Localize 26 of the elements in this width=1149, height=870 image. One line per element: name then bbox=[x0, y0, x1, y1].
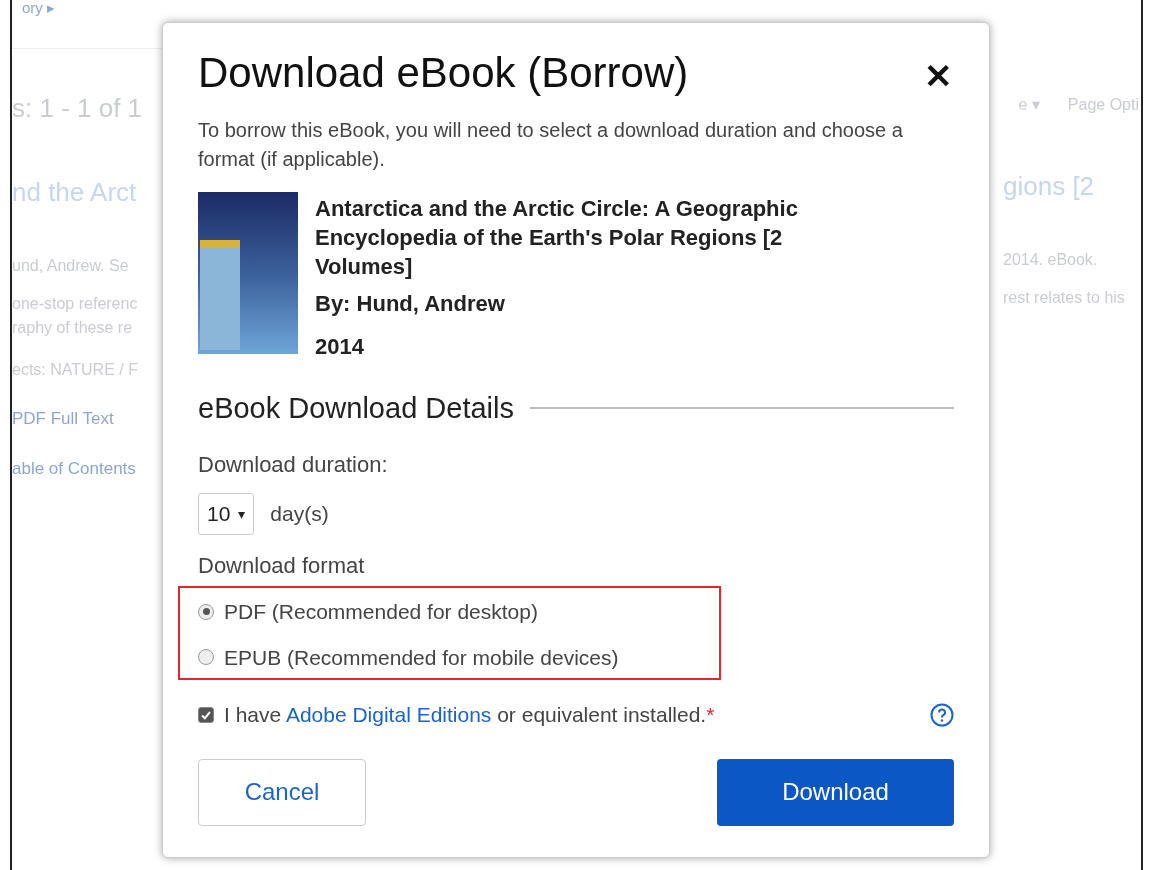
book-year: 2014 bbox=[315, 332, 365, 361]
radio-button[interactable] bbox=[198, 649, 214, 666]
result-link[interactable]: PDF Full Text bbox=[12, 406, 162, 432]
book-title: Antarctica and the Arctic Circle: A Geographic Encyclopedia of the Earth's Polar Regions [2 Volumes] bbox=[315, 194, 799, 281]
result-title-link[interactable]: gions [2 bbox=[991, 167, 1095, 206]
book-author: By: Hund, Andrew bbox=[315, 289, 506, 318]
breadcrumb-link[interactable]: ory ▸ bbox=[12, 0, 162, 20]
close-button[interactable]: ✕ bbox=[924, 59, 952, 93]
acknowledgement-text: I have Adobe Digital Editions or equivalent installed.* bbox=[224, 702, 715, 728]
result-link[interactable]: able of Contents bbox=[12, 455, 162, 481]
help-icon[interactable] bbox=[930, 702, 954, 727]
radio-button[interactable] bbox=[198, 603, 214, 620]
checkbox[interactable] bbox=[198, 706, 214, 723]
duration-select[interactable]: 10 ▾ bbox=[198, 493, 255, 535]
section-heading: eBook Download Details bbox=[198, 390, 514, 426]
download-button[interactable]: Download bbox=[717, 758, 954, 826]
result-title-link[interactable]: nd the Arct bbox=[12, 173, 162, 212]
duration-unit: day(s) bbox=[270, 501, 329, 528]
adobe-digital-editions-link[interactable]: Adobe Digital Editions bbox=[285, 703, 492, 726]
format-option-label: EPUB (Recommended for mobile devices) bbox=[224, 644, 619, 671]
cancel-button[interactable]: Cancel bbox=[198, 758, 366, 826]
format-option-label: PDF (Recommended for desktop) bbox=[224, 599, 538, 625]
intro-text: To borrow this eBook, you will need to select a download duration and choose a format (if applicable). bbox=[198, 117, 904, 172]
duration-label: Download duration: bbox=[198, 451, 389, 479]
dialog-title: Download eBook (Borrow) bbox=[198, 48, 689, 98]
format-label: Download format bbox=[198, 552, 366, 580]
